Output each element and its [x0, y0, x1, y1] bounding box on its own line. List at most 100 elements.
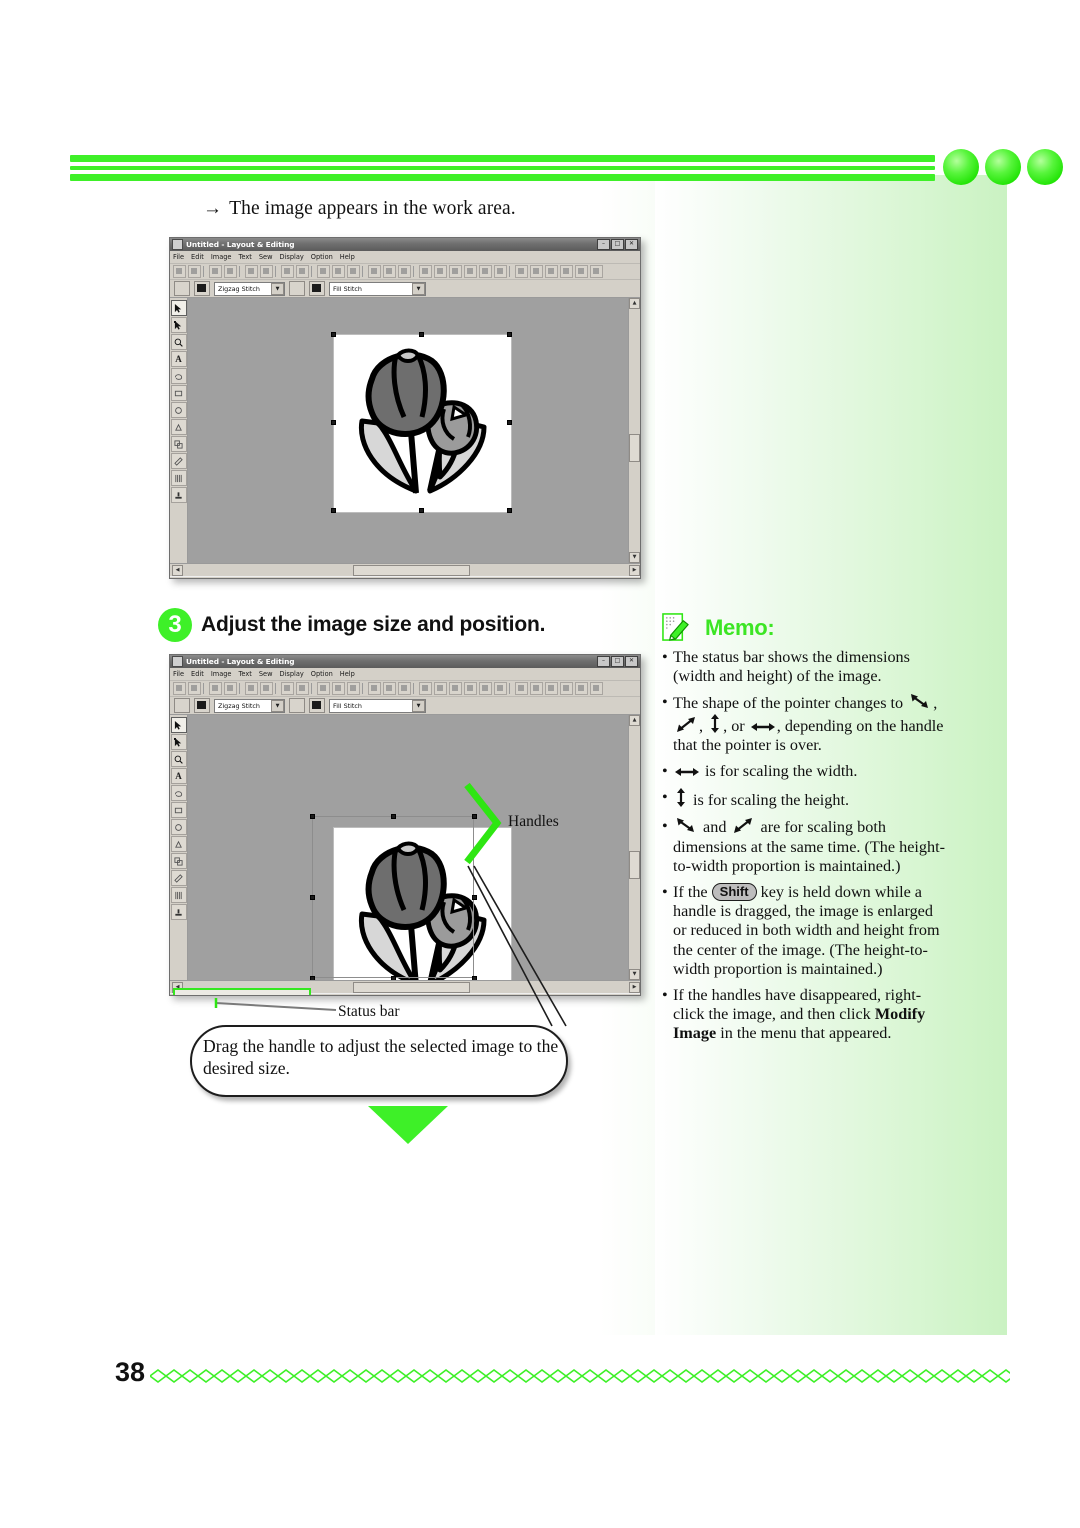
- resize-handle-se[interactable]: [472, 976, 477, 980]
- manual-punch-icon[interactable]: [170, 419, 187, 435]
- design-property-icon[interactable]: [560, 265, 573, 278]
- menu-item-help[interactable]: Help: [340, 253, 355, 261]
- copy-shape-icon[interactable]: [170, 853, 187, 869]
- minimize-button[interactable]: –: [597, 656, 610, 667]
- chevron-down-icon[interactable]: ▼: [412, 282, 425, 295]
- resize-handle-n[interactable]: [391, 814, 396, 819]
- horizontal-scroll-thumb[interactable]: [353, 981, 470, 993]
- print-preview-icon[interactable]: [260, 682, 273, 695]
- line-color-swatch[interactable]: [194, 281, 210, 296]
- stitch-preview-icon[interactable]: [515, 265, 528, 278]
- sew-order-icon[interactable]: [545, 682, 558, 695]
- image-object-canvas[interactable]: [310, 814, 512, 980]
- cut-icon[interactable]: [317, 682, 330, 695]
- horizontal-scrollbar[interactable]: ◀ ▶: [170, 563, 640, 576]
- copy-shape-icon[interactable]: [170, 436, 187, 452]
- sew-order-icon[interactable]: [545, 265, 558, 278]
- horizontal-scroll-thumb[interactable]: [353, 564, 470, 576]
- menu-item-display[interactable]: Display: [279, 253, 303, 261]
- redo-icon[interactable]: [296, 682, 309, 695]
- stitch-grid-icon[interactable]: [170, 887, 187, 903]
- scroll-up-icon[interactable]: ▲: [629, 298, 640, 309]
- resize-handle-sw[interactable]: [310, 976, 315, 980]
- scroll-down-icon[interactable]: ▼: [629, 552, 640, 563]
- stitch-preview-icon[interactable]: [515, 682, 528, 695]
- paste-icon[interactable]: [347, 265, 360, 278]
- stamp-icon[interactable]: [170, 487, 187, 503]
- chevron-down-icon[interactable]: ▼: [271, 699, 284, 712]
- group-icon[interactable]: [494, 682, 507, 695]
- vertical-scroll-thumb[interactable]: [629, 851, 640, 879]
- menu-bar[interactable]: File Edit Image Text Sew Display Option …: [170, 668, 640, 681]
- select-arrow-icon[interactable]: [170, 300, 187, 316]
- close-button[interactable]: ✕: [625, 239, 638, 250]
- save-as-icon[interactable]: [224, 682, 237, 695]
- scroll-down-icon[interactable]: ▼: [629, 969, 640, 980]
- manual-punch-icon[interactable]: [170, 836, 187, 852]
- zoom-magnifier-icon[interactable]: [170, 334, 187, 350]
- menu-item-edit[interactable]: Edit: [191, 670, 204, 678]
- save-icon[interactable]: [209, 682, 222, 695]
- help-tool-icon[interactable]: [590, 682, 603, 695]
- new-file-icon[interactable]: [173, 265, 186, 278]
- vertical-scrollbar[interactable]: ▲ ▼: [628, 298, 640, 563]
- stitch-attribute-bar[interactable]: Zigzag Stitch ▼ Fill Stitch ▼: [170, 697, 640, 715]
- menu-item-display[interactable]: Display: [279, 670, 303, 678]
- menu-bar[interactable]: File Edit Image Text Sew Display Option …: [170, 251, 640, 264]
- resize-handle-n[interactable]: [419, 332, 424, 337]
- menu-item-file[interactable]: File: [173, 670, 184, 678]
- chevron-down-icon[interactable]: ▼: [271, 282, 284, 295]
- resize-handle-e[interactable]: [507, 420, 512, 425]
- circle-shape-icon[interactable]: [170, 402, 187, 418]
- tool-palette[interactable]: A: [170, 298, 188, 563]
- design-check-icon[interactable]: [530, 682, 543, 695]
- wizard-icon[interactable]: [575, 682, 588, 695]
- cut-icon[interactable]: [317, 265, 330, 278]
- print-icon[interactable]: [245, 265, 258, 278]
- mirror-vertical-icon[interactable]: [383, 265, 396, 278]
- resize-handle-ne[interactable]: [507, 332, 512, 337]
- region-stitch-type-select[interactable]: Fill Stitch ▼: [329, 698, 426, 713]
- region-stitch-type-select[interactable]: Fill Stitch ▼: [329, 281, 426, 296]
- image-object-selected[interactable]: [331, 332, 512, 513]
- resize-handle-e[interactable]: [472, 895, 477, 900]
- mirror-horizontal-icon[interactable]: [368, 265, 381, 278]
- open-file-icon[interactable]: [188, 265, 201, 278]
- menu-item-image[interactable]: Image: [211, 253, 232, 261]
- align-right-icon[interactable]: [479, 682, 492, 695]
- region-sew-toggle-icon[interactable]: [289, 698, 305, 713]
- menu-item-text[interactable]: Text: [238, 670, 251, 678]
- rectangle-shape-icon[interactable]: [170, 385, 187, 401]
- menu-item-sew[interactable]: Sew: [259, 670, 273, 678]
- vertical-scrollbar[interactable]: ▲ ▼: [628, 715, 640, 980]
- align-center-icon[interactable]: [464, 682, 477, 695]
- circle-shape-icon[interactable]: [170, 819, 187, 835]
- measure-icon[interactable]: [170, 870, 187, 886]
- zoom-icon[interactable]: [419, 265, 432, 278]
- line-stitch-type-select[interactable]: Zigzag Stitch ▼: [214, 281, 285, 296]
- group-icon[interactable]: [494, 265, 507, 278]
- menu-item-help[interactable]: Help: [340, 670, 355, 678]
- paste-icon[interactable]: [347, 682, 360, 695]
- wizard-icon[interactable]: [575, 265, 588, 278]
- main-toolbar[interactable]: [170, 681, 640, 697]
- region-sew-toggle-icon[interactable]: [289, 281, 305, 296]
- rotate-icon[interactable]: [398, 682, 411, 695]
- save-as-icon[interactable]: [224, 265, 237, 278]
- scroll-up-icon[interactable]: ▲: [629, 715, 640, 726]
- window-controls[interactable]: – □ ✕: [597, 239, 638, 250]
- design-canvas[interactable]: [188, 298, 628, 563]
- resize-handle-se[interactable]: [507, 508, 512, 513]
- stamp-icon[interactable]: [170, 904, 187, 920]
- zoom-icon[interactable]: [419, 682, 432, 695]
- zoom-magnifier-icon[interactable]: [170, 751, 187, 767]
- text-tool-icon[interactable]: A: [170, 768, 187, 784]
- menu-item-edit[interactable]: Edit: [191, 253, 204, 261]
- menu-item-image[interactable]: Image: [211, 670, 232, 678]
- align-left-icon[interactable]: [449, 682, 462, 695]
- line-sew-toggle-icon[interactable]: [174, 698, 190, 713]
- new-file-icon[interactable]: [173, 682, 186, 695]
- align-left-icon[interactable]: [449, 265, 462, 278]
- point-edit-icon[interactable]: [170, 734, 187, 750]
- undo-icon[interactable]: [281, 265, 294, 278]
